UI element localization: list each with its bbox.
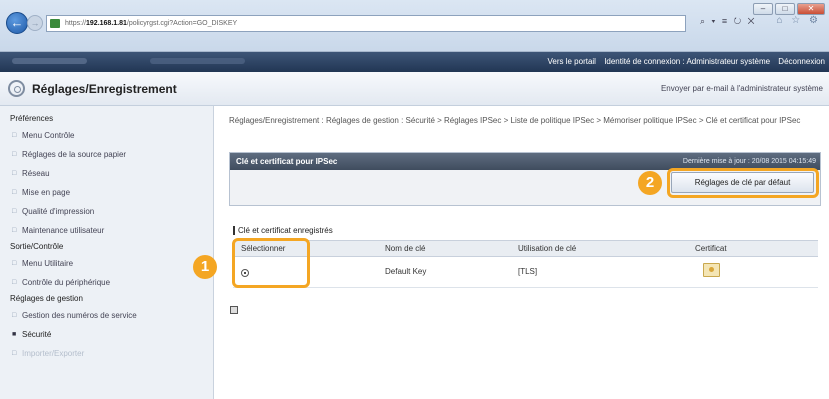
sidebar-item-utility-menu[interactable]: Menu Utilitaire xyxy=(0,254,213,273)
window-controls: – □ ✕ xyxy=(753,3,825,15)
minimize-button[interactable]: – xyxy=(753,3,773,15)
sidebar-group-preferences: Préférences xyxy=(10,114,54,123)
column-key-usage: Utilisation de clé xyxy=(518,244,577,253)
sidebar-group-management: Réglages de gestion xyxy=(10,294,83,303)
device-name-blurred xyxy=(12,58,87,64)
section-title: Clé et certificat enregistrés xyxy=(233,226,333,235)
page-header: Réglages/Enregistrement Envoyer par e-ma… xyxy=(0,72,829,106)
portal-link[interactable]: Vers le portail xyxy=(547,57,595,66)
column-key-name: Nom de clé xyxy=(385,244,426,253)
certificate-icon[interactable] xyxy=(703,263,720,277)
address-prefix: https:// xyxy=(65,20,87,27)
highlight-select-column xyxy=(232,238,310,288)
sidebar-item-network[interactable]: Réseau xyxy=(0,164,213,183)
panel-title: Clé et certificat pour IPSec xyxy=(236,157,338,166)
page-top-icon[interactable] xyxy=(230,306,238,314)
back-button[interactable]: ← xyxy=(6,12,28,34)
topbar-links: Vers le portail Identité de connexion : … xyxy=(541,57,825,66)
sidebar-item-department-id[interactable]: Gestion des numéros de service xyxy=(0,306,213,325)
address-host: 192.168.1.81 xyxy=(86,20,127,27)
key-usage: [TLS] xyxy=(518,267,538,276)
sidebar-group-output-control: Sortie/Contrôle xyxy=(10,242,64,251)
browser-toolbar: – □ ✕ ← → https://192.168.1.81/policyrgs… xyxy=(0,0,829,52)
sidebar-item-user-maintenance[interactable]: Maintenance utilisateur xyxy=(0,221,213,240)
sidebar: Préférences Menu Contrôle Réglages de la… xyxy=(0,106,214,399)
gear-icon xyxy=(8,80,25,97)
address-path: /policyrgst.cgi?Action=GO_DISKEY xyxy=(126,20,238,27)
address-bar[interactable]: https://192.168.1.81/policyrgst.cgi?Acti… xyxy=(46,15,686,32)
home-favorites-settings-icons[interactable]: ⌂ ☆ ⚙ xyxy=(776,15,821,26)
breadcrumb: Réglages/Enregistrement : Réglages de ge… xyxy=(229,116,801,125)
sidebar-item-print-quality[interactable]: Qualité d'impression xyxy=(0,202,213,221)
column-certificate: Certificat xyxy=(695,244,727,253)
email-admin-link[interactable]: Envoyer par e-mail à l'administrateur sy… xyxy=(661,84,823,93)
address-tools-icons[interactable]: ⌕ ▾ ≡ ↻ ✕ xyxy=(700,16,757,27)
callout-2: 2 xyxy=(638,171,662,195)
remote-ui-topbar: Vers le portail Identité de connexion : … xyxy=(0,52,829,72)
callout-1: 1 xyxy=(193,255,217,279)
highlight-default-key-button xyxy=(667,168,819,198)
close-window-button[interactable]: ✕ xyxy=(797,3,825,15)
table-header: Sélectionner Nom de clé Utilisation de c… xyxy=(233,240,818,257)
sidebar-item-device-control[interactable]: Contrôle du périphérique xyxy=(0,273,213,292)
sidebar-item-security[interactable]: Sécurité xyxy=(0,325,213,344)
key-name-link[interactable]: Default Key xyxy=(385,267,426,276)
login-identity: Identité de connexion : Administrateur s… xyxy=(604,57,771,66)
logout-link[interactable]: Déconnexion xyxy=(778,57,825,66)
device-info-blurred xyxy=(150,58,245,64)
sidebar-item-menu-controle[interactable]: Menu Contrôle xyxy=(0,126,213,145)
forward-button[interactable]: → xyxy=(27,15,43,31)
sidebar-item-paper-source[interactable]: Réglages de la source papier xyxy=(0,145,213,164)
table-row: Default Key [TLS] xyxy=(233,258,818,288)
site-icon xyxy=(50,19,60,28)
sidebar-item-layout[interactable]: Mise en page xyxy=(0,183,213,202)
sidebar-item-import-export[interactable]: Importer/Exporter xyxy=(0,344,213,363)
page-title: Réglages/Enregistrement xyxy=(32,82,177,96)
maximize-button[interactable]: □ xyxy=(775,3,795,15)
